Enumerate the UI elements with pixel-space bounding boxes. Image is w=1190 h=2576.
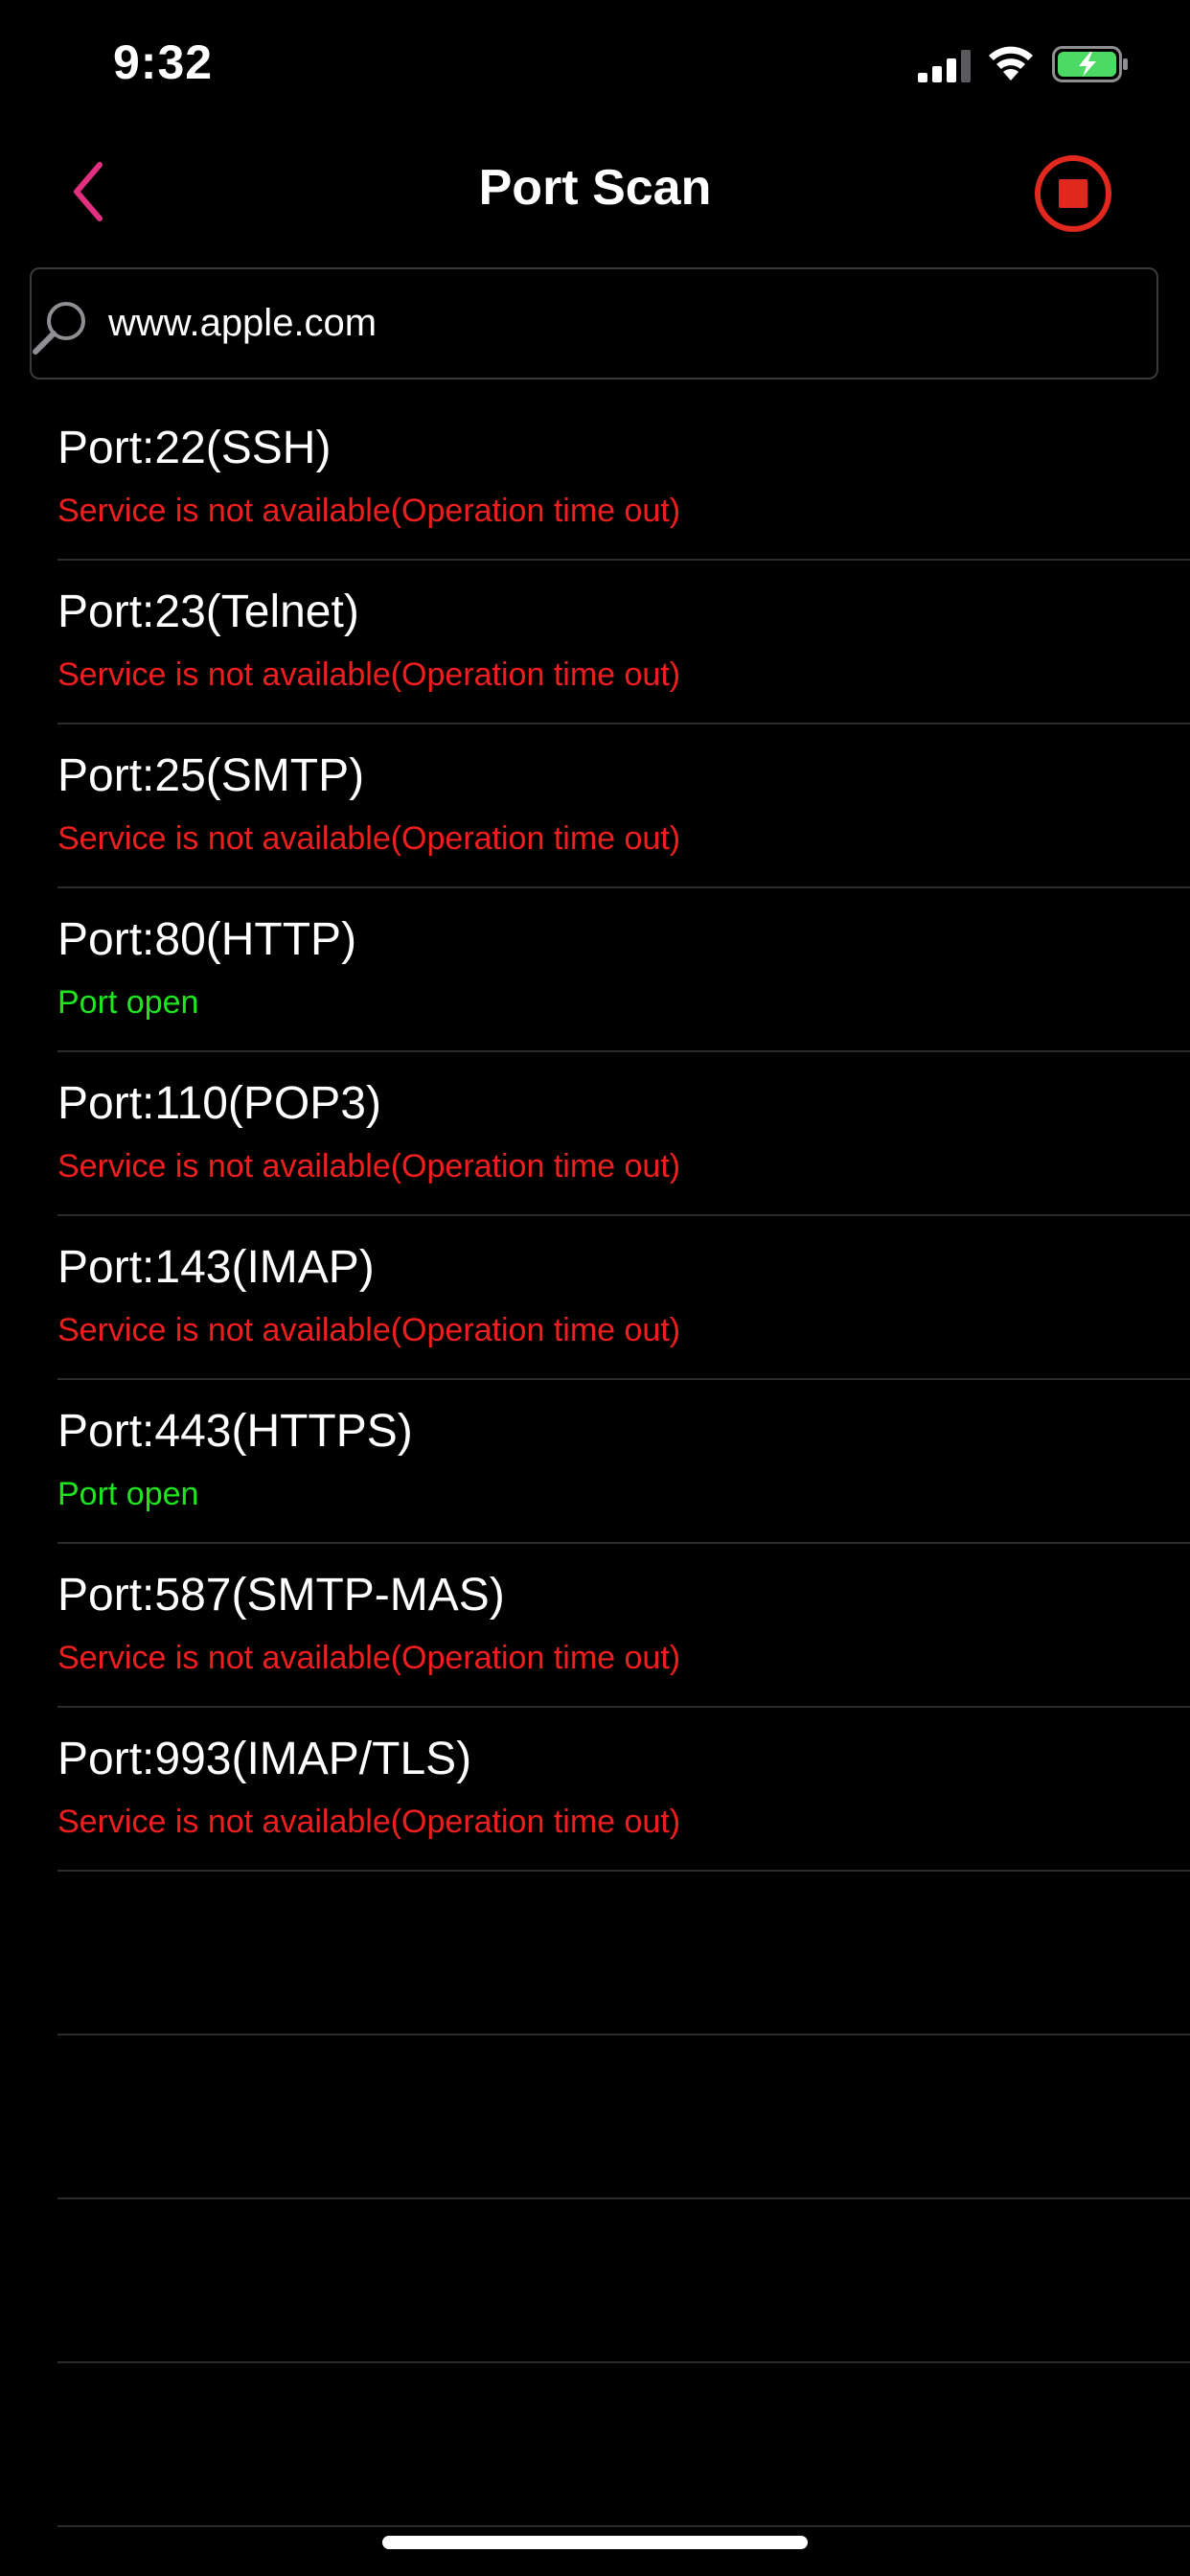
port-status: Port open bbox=[57, 984, 199, 1021]
cellular-signal-icon bbox=[918, 50, 971, 82]
list-item[interactable]: Port:443(HTTPS) Port open bbox=[0, 1380, 1190, 1544]
list-item[interactable]: Port:143(IMAP) Service is not available(O… bbox=[0, 1216, 1190, 1380]
port-status: Service is not available(Operation time … bbox=[57, 493, 681, 529]
port-list: Port:22(SSH) Service is not available(Ope… bbox=[0, 397, 1190, 2527]
empty-row bbox=[0, 2036, 1190, 2199]
port-status: Service is not available(Operation time … bbox=[57, 820, 681, 857]
port-name: Port:80(HTTP) bbox=[57, 914, 357, 965]
port-name: Port:110(POP3) bbox=[57, 1078, 381, 1129]
port-status: Service is not available(Operation time … bbox=[57, 1148, 681, 1184]
list-item[interactable]: Port:993(IMAP/TLS) Service is not availab… bbox=[0, 1708, 1190, 1872]
list-item[interactable]: Port:23(Telnet) Service is not available(… bbox=[0, 561, 1190, 724]
port-name: Port:22(SSH) bbox=[57, 423, 332, 473]
port-name: Port:25(SMTP) bbox=[57, 750, 365, 801]
port-status: Service is not available(Operation time … bbox=[57, 1640, 681, 1676]
port-name: Port:587(SMTP-MAS) bbox=[57, 1570, 505, 1621]
empty-row bbox=[0, 1872, 1190, 2036]
port-name: Port:443(HTTPS) bbox=[57, 1406, 413, 1457]
navigation-bar: Port Scan bbox=[0, 134, 1190, 249]
list-item[interactable]: Port:110(POP3) Service is not available(O… bbox=[0, 1052, 1190, 1216]
empty-row bbox=[0, 2363, 1190, 2527]
status-bar: 9:32 bbox=[0, 0, 1190, 126]
empty-row bbox=[0, 2199, 1190, 2363]
search-icon bbox=[33, 302, 85, 355]
list-item[interactable]: Port:22(SSH) Service is not available(Ope… bbox=[0, 397, 1190, 561]
port-name: Port:143(IMAP) bbox=[57, 1242, 375, 1293]
port-status: Port open bbox=[57, 1476, 199, 1512]
port-status: Service is not available(Operation time … bbox=[57, 1312, 681, 1348]
port-status: Service is not available(Operation time … bbox=[57, 1804, 681, 1840]
stop-icon bbox=[1059, 179, 1087, 208]
page-title: Port Scan bbox=[478, 160, 712, 216]
wifi-icon bbox=[989, 46, 1033, 80]
list-item[interactable]: Port:80(HTTP) Port open bbox=[0, 888, 1190, 1052]
battery-charging-icon bbox=[1052, 46, 1128, 82]
port-status: Service is not available(Operation time … bbox=[57, 656, 681, 693]
list-item[interactable]: Port:25(SMTP) Service is not available(Op… bbox=[0, 724, 1190, 888]
status-time: 9:32 bbox=[113, 35, 214, 89]
stop-button[interactable] bbox=[1033, 153, 1113, 234]
list-item[interactable]: Port:587(SMTP-MAS) Service is not availab… bbox=[0, 1544, 1190, 1708]
search-input[interactable] bbox=[108, 269, 1143, 378]
home-indicator[interactable] bbox=[382, 2536, 808, 2549]
port-name: Port:23(Telnet) bbox=[57, 586, 359, 637]
search-bar bbox=[30, 267, 1158, 380]
port-name: Port:993(IMAP/TLS) bbox=[57, 1734, 472, 1784]
